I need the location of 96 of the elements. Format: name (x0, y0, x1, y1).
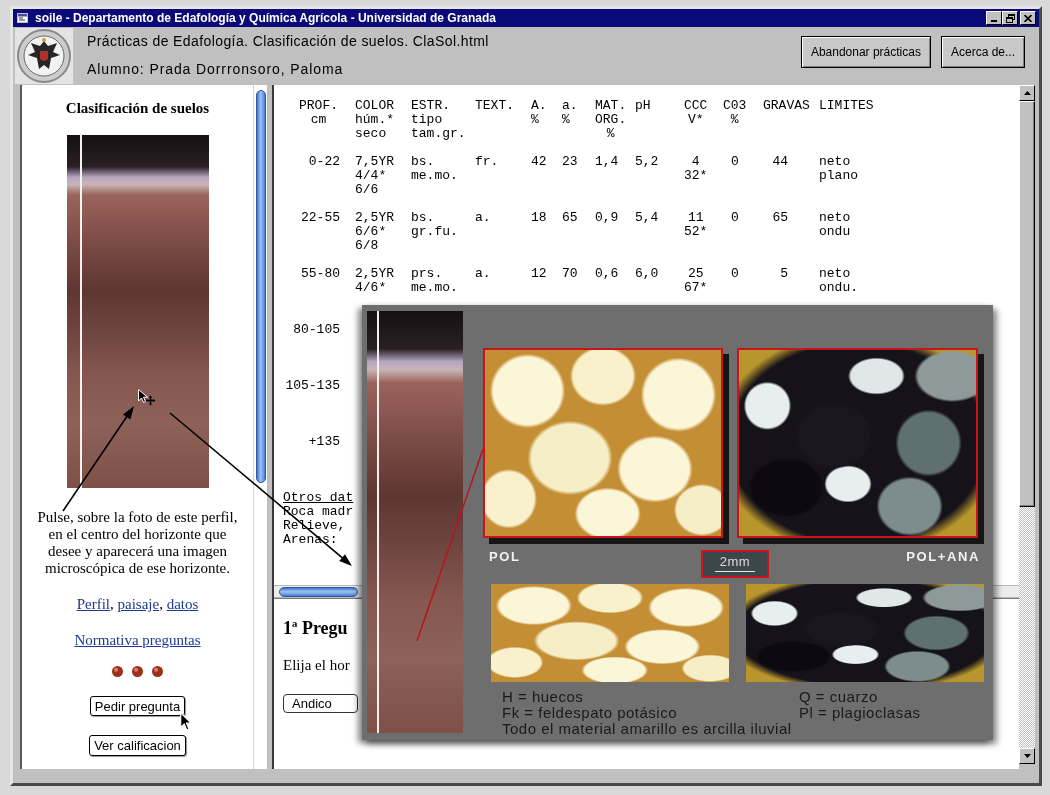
table-cell: a. (475, 267, 491, 281)
column-header: CCC V* (684, 99, 708, 127)
column-header: GRAVAS (763, 99, 810, 113)
restore-icon (1005, 13, 1015, 23)
table-cell: 0,9 (595, 211, 619, 225)
close-button[interactable] (1020, 11, 1036, 25)
table-cell: 5,2 (635, 155, 659, 169)
about-button[interactable]: Acerca de... (940, 36, 1025, 68)
down-arrow-icon (1023, 754, 1031, 758)
table-cell: 0-22 (308, 155, 340, 169)
table-cell: 5,4 (635, 211, 659, 225)
scroll-down-button[interactable] (1019, 748, 1035, 764)
table-cell: 18 (531, 211, 547, 225)
table-cell: 55-80 (301, 267, 340, 281)
legend-text: Q = cuarzo (799, 689, 878, 705)
table-cell: bs. me.mo. (411, 155, 458, 183)
legend-text: Fk = feldespato potásico (502, 705, 677, 721)
table-cell: 2,5YR 6/6* 6/8 (355, 211, 394, 253)
ask-question-button[interactable]: Pedir pregunta (89, 696, 186, 716)
view-grade-button[interactable]: Ver calificacion (89, 735, 186, 756)
dot-icon (112, 666, 123, 677)
table-cell: 4 32* (684, 155, 708, 183)
table-cell: 105-135 (285, 379, 340, 393)
table-cell: neto ondu. (819, 267, 858, 295)
table-cell: 25 67* (684, 267, 708, 295)
table-cell: 6,0 (635, 267, 659, 281)
table-cell: +135 (308, 435, 340, 449)
legend-text: H = huecos (502, 689, 584, 705)
dot-icon (132, 666, 143, 677)
quit-button[interactable]: Abandonar prácticas (800, 36, 931, 68)
table-cell: 12 (531, 267, 547, 281)
table-cell: 0,6 (595, 267, 619, 281)
scale-label: 2mm (719, 555, 751, 569)
table-cell: 0 (731, 211, 739, 225)
page-title: Prácticas de Edafología. Clasificación de suelos. ClaSol.html (87, 32, 489, 50)
table-cell: 65 (772, 211, 788, 225)
table-cell: 1,4 (595, 155, 619, 169)
column-header: MAT. ORG. % (595, 99, 627, 141)
table-cell: neto ondu (819, 211, 851, 239)
column-header: TEXT. (475, 99, 514, 113)
table-cell: 11 52* (684, 211, 708, 239)
table-cell: 0 (731, 155, 739, 169)
column-header: A. % (531, 99, 547, 127)
close-icon (1024, 14, 1032, 22)
column-header: pH (635, 99, 651, 113)
column-header: LIMITES (819, 99, 874, 113)
legend-text: Todo el material amarillo es arcilla iluvial (502, 721, 792, 737)
column-header: a. % (562, 99, 578, 127)
scrollbar-thumb[interactable] (256, 90, 266, 483)
window-title: soile - Departamento de Edafología y Química Agrícola - Universidad de Granada (35, 10, 497, 26)
table-cell: 22-55 (301, 211, 340, 225)
panel-title: Clasificación de suelos (64, 99, 211, 118)
table-cell: 70 (562, 267, 578, 281)
pointer-cursor-icon (180, 712, 192, 731)
minimize-button[interactable] (986, 11, 1002, 25)
column-header: PROF. cm (299, 99, 338, 127)
table-cell: bs. gr.fu. (411, 211, 458, 239)
scroll-up-button[interactable] (1019, 85, 1035, 101)
column-header: ESTR. tipo tam.gr. (411, 99, 466, 141)
table-cell-text: 5 (779, 267, 788, 281)
text-link[interactable]: Perfil (76, 596, 110, 612)
table-cell: 7,5YR 4/4* 6/6 (355, 155, 394, 197)
restore-button[interactable] (1002, 11, 1018, 25)
answer-select[interactable]: Andico (283, 694, 358, 713)
seal-icon (15, 28, 73, 84)
question-title: 1ª Pregu (283, 617, 348, 639)
instructions-text: Pulse, sobre la foto de este perfil, en el centro del horizonte que desee y aparecerá una imagen microscópica de ese horizonte. (36, 509, 239, 577)
dot-icon (152, 666, 163, 677)
question-prompt: Elija el hor (283, 656, 350, 674)
table-cell: a. (475, 211, 491, 225)
image-label: POL (489, 550, 521, 564)
up-arrow-icon (1023, 91, 1031, 95)
table-cell: 23 (562, 155, 578, 169)
window-icon (17, 13, 28, 23)
links-line: Perfil, paisaje, datos (75, 595, 200, 613)
student-name: Alumno: Prada Dorrronsoro, Paloma (87, 60, 344, 78)
column-header: C03 % (723, 99, 747, 127)
rules-link[interactable]: Normativa preguntas (74, 632, 201, 648)
scrollbar-thumb[interactable] (279, 586, 358, 597)
legend-text: Pl = plagioclasas (799, 705, 921, 721)
table-cell: 80-105 (293, 323, 340, 337)
scale-bar (715, 571, 755, 572)
section-heading: Otros dat (283, 491, 354, 505)
table-cell: neto plano (819, 155, 858, 183)
table-cell: 44 (772, 155, 788, 169)
minimize-icon (991, 20, 997, 22)
table-cell: fr. (475, 155, 499, 169)
table-cell: 65 (562, 211, 578, 225)
table-cell: 0 (731, 267, 739, 281)
table-cell: 42 (531, 155, 547, 169)
move-cursor-icon (138, 389, 155, 406)
table-cell: 2,5YR 4/6* (355, 267, 394, 295)
image-label: POL+ANA (906, 550, 980, 564)
text-link[interactable]: datos (166, 596, 199, 612)
table-cell: prs. me.mo. (411, 267, 458, 295)
column-header: COLOR húm.* seco (355, 99, 394, 141)
